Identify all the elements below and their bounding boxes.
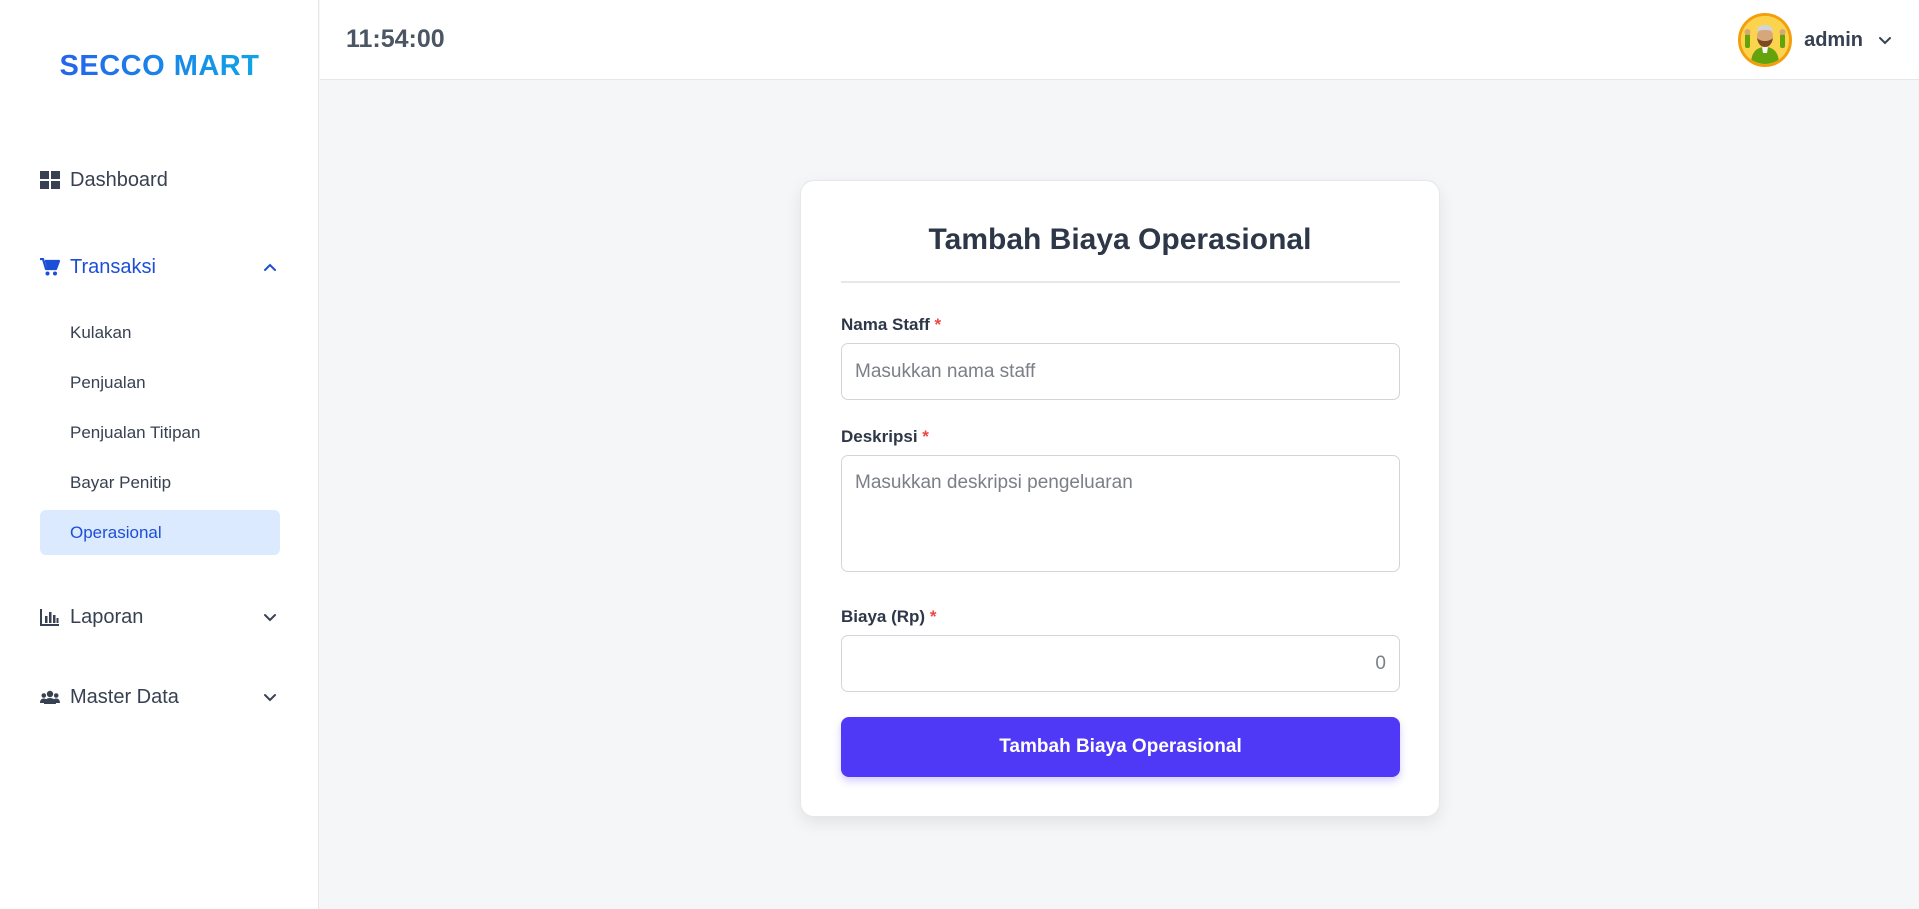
- required-marker: *: [922, 427, 929, 446]
- form-title: Tambah Biaya Operasional: [928, 223, 1312, 256]
- sidebar-item-label: Master Data: [70, 685, 179, 708]
- sidebar-item-dashboard[interactable]: Dashboard: [40, 160, 280, 200]
- required-marker: *: [929, 607, 937, 626]
- biaya-label: Biaya (Rp) *: [841, 607, 937, 626]
- deskripsi-label: Deskripsi *: [841, 427, 929, 446]
- sidebar-subitem-operasional[interactable]: Operasional: [40, 510, 280, 555]
- sidebar-item-transaksi[interactable]: Transaksi: [40, 247, 280, 287]
- users-icon: [40, 687, 60, 707]
- sidebar: SECCO MART Dashboard Transaksi Kulakan P…: [0, 0, 319, 909]
- top-header: 11:54:00 admin: [320, 0, 1919, 80]
- submit-button[interactable]: Tambah Biaya Operasional: [841, 717, 1400, 777]
- nama-staff-input[interactable]: [841, 343, 1400, 400]
- sidebar-subitem-kulakan[interactable]: Kulakan: [40, 310, 280, 355]
- sidebar-subitem-penjualan[interactable]: Penjualan: [40, 360, 280, 405]
- add-operational-cost-card: Tambah Biaya Operasional Nama Staff * De…: [800, 180, 1440, 817]
- required-marker: *: [934, 315, 942, 334]
- sidebar-subitem-bayar-penitip[interactable]: Bayar Penitip: [40, 460, 280, 505]
- shopping-cart-icon: [40, 257, 60, 277]
- sidebar-item-label: Dashboard: [70, 168, 168, 191]
- sidebar-item-master-data[interactable]: Master Data: [40, 677, 280, 717]
- avatar[interactable]: [1738, 13, 1793, 67]
- chevron-down-icon[interactable]: [1877, 32, 1893, 48]
- bar-chart-icon: [40, 607, 60, 627]
- user-menu[interactable]: admin: [1738, 12, 1893, 68]
- sidebar-item-laporan[interactable]: Laporan: [40, 597, 280, 637]
- deskripsi-textarea[interactable]: [841, 455, 1400, 572]
- chevron-up-icon[interactable]: [262, 259, 278, 275]
- biaya-input[interactable]: [841, 635, 1400, 692]
- sidebar-item-label: Transaksi: [70, 255, 156, 278]
- chevron-down-icon[interactable]: [262, 609, 278, 625]
- sidebar-item-label: Laporan: [70, 605, 144, 628]
- dashboard-icon: [40, 170, 60, 190]
- nama-staff-label: Nama Staff *: [841, 315, 942, 334]
- divider: [841, 281, 1400, 283]
- clock: 11:54:00: [346, 25, 445, 53]
- brand-logo[interactable]: SECCO MART: [0, 50, 319, 83]
- sidebar-subitem-penjualan-titipan[interactable]: Penjualan Titipan: [40, 410, 280, 455]
- user-name: admin: [1804, 28, 1863, 51]
- chevron-down-icon[interactable]: [262, 689, 278, 705]
